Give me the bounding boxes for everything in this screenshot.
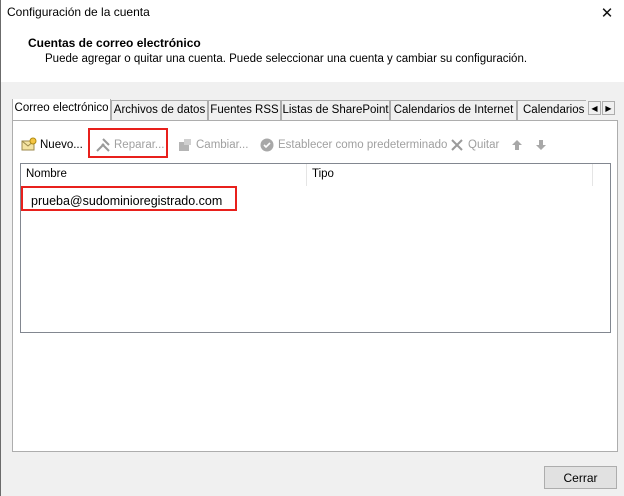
close-icon: ✕ [600, 5, 614, 22]
close-window-button[interactable]: ✕ [590, 0, 624, 26]
repair-highlight-box [88, 128, 168, 158]
check-circle-icon [259, 137, 275, 153]
remove-button[interactable]: Quitar [449, 135, 499, 155]
arrow-right-icon: ▶ [605, 103, 612, 113]
move-down-button[interactable] [533, 135, 549, 155]
change-icon [177, 137, 193, 153]
new-mail-icon [21, 137, 37, 153]
new-account-button[interactable]: Nuevo... [21, 135, 83, 155]
tab-scroll-right-button[interactable]: ▶ [602, 101, 615, 115]
close-button[interactable]: Cerrar [544, 466, 617, 489]
header-subtitle: Puede agregar o quitar una cuenta. Puede… [45, 53, 528, 65]
column-header-name[interactable]: Nombre [21, 164, 307, 186]
arrow-left-icon: ◀ [591, 103, 598, 113]
column-header-type[interactable]: Tipo [307, 164, 593, 186]
tab-strip: Correo electrónico Archivos de datos Fue… [12, 99, 586, 120]
x-icon [449, 137, 465, 153]
tab-rss-feeds[interactable]: Fuentes RSS [208, 100, 281, 120]
accounts-list[interactable]: Nombre Tipo prueba@sudominioregistrado.c… [20, 163, 611, 333]
arrow-up-icon [509, 137, 525, 153]
tab-data-files[interactable]: Archivos de datos [111, 100, 208, 120]
title-bar: Configuración de la cuenta ✕ [1, 0, 624, 26]
tab-scroll-left-button[interactable]: ◀ [588, 101, 601, 115]
change-button[interactable]: Cambiar... [177, 135, 248, 155]
tab-published-calendars[interactable]: Calendarios p [517, 100, 586, 120]
arrow-down-icon [533, 137, 549, 153]
account-highlight-box [21, 186, 237, 211]
move-up-button[interactable] [509, 135, 525, 155]
tab-email[interactable]: Correo electrónico [12, 99, 111, 120]
tab-sharepoint-lists[interactable]: Listas de SharePoint [281, 100, 390, 120]
email-tab-panel: Nuevo... Reparar... Cambiar... Establece… [12, 120, 618, 452]
account-settings-window: Configuración de la cuenta ✕ Cuentas de … [0, 0, 624, 496]
header-title: Cuentas de correo electrónico [28, 36, 201, 50]
dialog-header: Cuentas de correo electrónico Puede agre… [1, 26, 624, 82]
window-title: Configuración de la cuenta [7, 5, 150, 19]
set-default-button[interactable]: Establecer como predeterminado [259, 135, 447, 155]
tab-internet-calendars[interactable]: Calendarios de Internet [390, 100, 517, 120]
